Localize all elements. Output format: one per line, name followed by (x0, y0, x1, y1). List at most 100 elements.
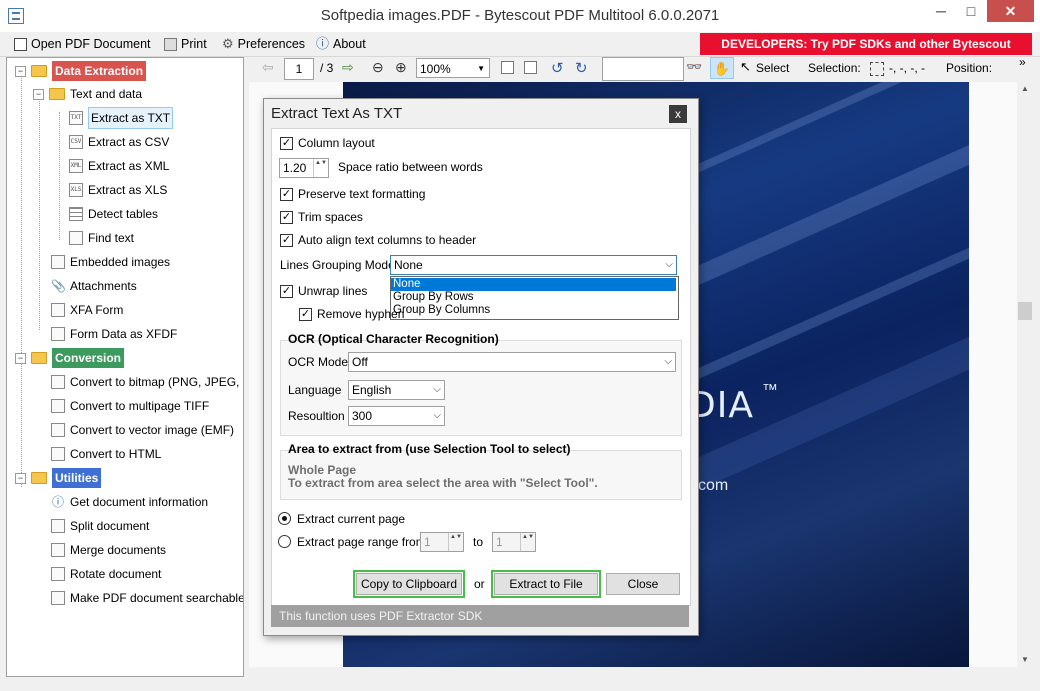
minimize-button[interactable]: ─ (927, 0, 955, 22)
tree-extract-txt[interactable]: TXT Extract as TXT (69, 107, 174, 129)
language-select[interactable]: English ⌵ (348, 380, 445, 400)
single-page-icon[interactable] (501, 61, 514, 74)
tree-utilities[interactable]: − Utilities (15, 468, 102, 488)
collapse-icon[interactable]: − (15, 65, 26, 77)
tree-find-text[interactable]: Find text (69, 228, 134, 248)
collapse-icon[interactable]: − (15, 352, 26, 364)
option-none[interactable]: None (391, 278, 676, 291)
resolution-value: 300 (352, 409, 373, 423)
tree-xfa-form[interactable]: XFA Form (51, 300, 123, 320)
rotate-right-icon[interactable]: ↻ (575, 59, 588, 77)
tree-embedded-images[interactable]: Embedded images (51, 252, 170, 272)
dialog-close-button[interactable]: x (669, 105, 687, 123)
tree-extract-xls[interactable]: XLS Extract as XLS (69, 180, 167, 200)
tree-data-extraction[interactable]: − Data Extraction (15, 61, 147, 81)
select-tool-label[interactable]: Select (756, 61, 789, 75)
range-to-value: 1 (496, 535, 503, 549)
gear-icon: ⚙ (222, 36, 234, 51)
binoculars-icon[interactable]: 👓 (686, 59, 702, 75)
folder-icon (31, 352, 47, 364)
horizontal-scrollbar[interactable] (249, 667, 1017, 684)
space-ratio-value: 1.20 (283, 161, 307, 175)
auto-align-checkbox[interactable]: ✓ (280, 234, 293, 247)
resolution-label: Resoultion (288, 409, 345, 423)
extract-to-file-button[interactable]: Extract to File (491, 570, 601, 598)
tree-merge[interactable]: Merge documents (51, 540, 166, 560)
vertical-scrollbar[interactable] (1017, 82, 1034, 667)
extract-current-radio[interactable] (278, 512, 291, 525)
tree-conversion[interactable]: − Conversion (15, 348, 125, 368)
search-input[interactable] (602, 57, 684, 81)
option-group-by-columns[interactable]: Group By Columns (391, 304, 676, 317)
tree-convert-html[interactable]: Convert to HTML (51, 444, 161, 464)
convert-bitmap-label: Convert to bitmap (PNG, JPEG, ...) (70, 375, 244, 389)
scroll-up-icon[interactable]: ▲ (1021, 84, 1029, 93)
maximize-button[interactable]: □ (957, 0, 985, 22)
range-from-value: 1 (424, 535, 431, 549)
column-layout-checkbox[interactable]: ✓ (280, 137, 293, 150)
or-label: or (474, 577, 485, 591)
zoom-out-icon[interactable]: ⊖ (372, 59, 384, 76)
scroll-down-icon[interactable]: ▼ (1021, 655, 1029, 664)
print-button[interactable]: Print (164, 35, 207, 53)
tree-convert-tiff[interactable]: Convert to multipage TIFF (51, 396, 209, 416)
remove-hyphen-label: Remove hyphen (317, 307, 405, 321)
remove-hyphen-checkbox[interactable]: ✓ (299, 308, 312, 321)
data-extraction-label: Data Extraction (52, 61, 147, 81)
rotate-left-icon[interactable]: ↺ (551, 59, 564, 77)
range-to-stepper[interactable]: 1 ▲▼ (492, 532, 536, 552)
developers-banner[interactable]: DEVELOPERS: Try PDF SDKs and other Bytes… (700, 33, 1032, 73)
about-button[interactable]: ⓘ About (316, 35, 366, 53)
tree-extract-xml[interactable]: XML Extract as XML (69, 156, 169, 176)
extract-range-radio[interactable] (278, 535, 291, 548)
collapse-icon[interactable]: − (15, 472, 26, 484)
tree-extract-csv[interactable]: CSV Extract as CSV (69, 132, 169, 152)
ocr-mode-select[interactable]: Off ⌵ (348, 352, 676, 372)
close-button[interactable]: Close (606, 573, 680, 595)
spin-arrows-icon[interactable]: ▲▼ (313, 159, 328, 177)
toolbar-overflow-icon[interactable]: » (1019, 55, 1026, 69)
option-group-by-rows[interactable]: Group By Rows (391, 291, 676, 304)
tree-form-data[interactable]: Form Data as XFDF (51, 324, 177, 344)
tree-detect-tables[interactable]: Detect tables (69, 204, 158, 224)
fit-page-icon[interactable] (524, 61, 537, 74)
tree-rotate[interactable]: Rotate document (51, 564, 161, 584)
tree-convert-emf[interactable]: Convert to vector image (EMF) (51, 420, 234, 440)
page-number-input[interactable]: 1 (284, 58, 314, 80)
zoom-select[interactable]: 100% ▼ (416, 58, 490, 78)
tree-convert-bitmap[interactable]: Convert to bitmap (PNG, JPEG, ...) (51, 372, 244, 392)
close-window-button[interactable]: ✕ (987, 0, 1034, 22)
lines-grouping-select[interactable]: None ⌵ (390, 255, 677, 275)
pdf-domain-fragment: com (698, 477, 729, 494)
folder-icon (31, 65, 47, 77)
next-page-icon[interactable]: ⇨ (342, 59, 354, 76)
tree-get-info[interactable]: ⓘ Get document information (51, 492, 208, 512)
table-icon (69, 207, 83, 221)
unwrap-lines-checkbox[interactable]: ✓ (280, 285, 293, 298)
collapse-icon[interactable]: − (33, 88, 44, 100)
rotate-label: Rotate document (70, 567, 162, 581)
resolution-select[interactable]: 300 ⌵ (348, 406, 445, 426)
tree-attachments[interactable]: 📎 Attachments (51, 276, 137, 296)
scrollbar-thumb[interactable] (1018, 302, 1032, 320)
prev-page-icon[interactable]: ⇦ (262, 59, 274, 76)
copy-to-clipboard-button[interactable]: Copy to Clipboard (353, 570, 465, 598)
folder-icon (49, 88, 65, 100)
tree-searchable[interactable]: Make PDF document searchable (51, 588, 243, 608)
zoom-in-icon[interactable]: ⊕ (395, 59, 407, 76)
printer-icon (164, 37, 177, 51)
spin-arrows-icon[interactable]: ▲▼ (448, 533, 463, 551)
preserve-formatting-checkbox[interactable]: ✓ (280, 188, 293, 201)
cursor-icon[interactable]: ↖ (740, 59, 751, 75)
spin-arrows-icon[interactable]: ▲▼ (520, 533, 535, 551)
tree-text-and-data[interactable]: − Text and data (33, 84, 142, 104)
zoom-value: 100% (420, 62, 451, 76)
open-pdf-button[interactable]: Open PDF Document (14, 35, 151, 53)
space-ratio-stepper[interactable]: 1.20 ▲▼ (279, 158, 329, 178)
tree-split[interactable]: Split document (51, 516, 149, 536)
xfa-icon (51, 303, 65, 317)
range-from-stepper[interactable]: 1 ▲▼ (420, 532, 464, 552)
trim-spaces-checkbox[interactable]: ✓ (280, 211, 293, 224)
hand-tool-icon[interactable]: ✋ (710, 57, 734, 79)
preferences-button[interactable]: ⚙ Preferences (222, 35, 305, 53)
